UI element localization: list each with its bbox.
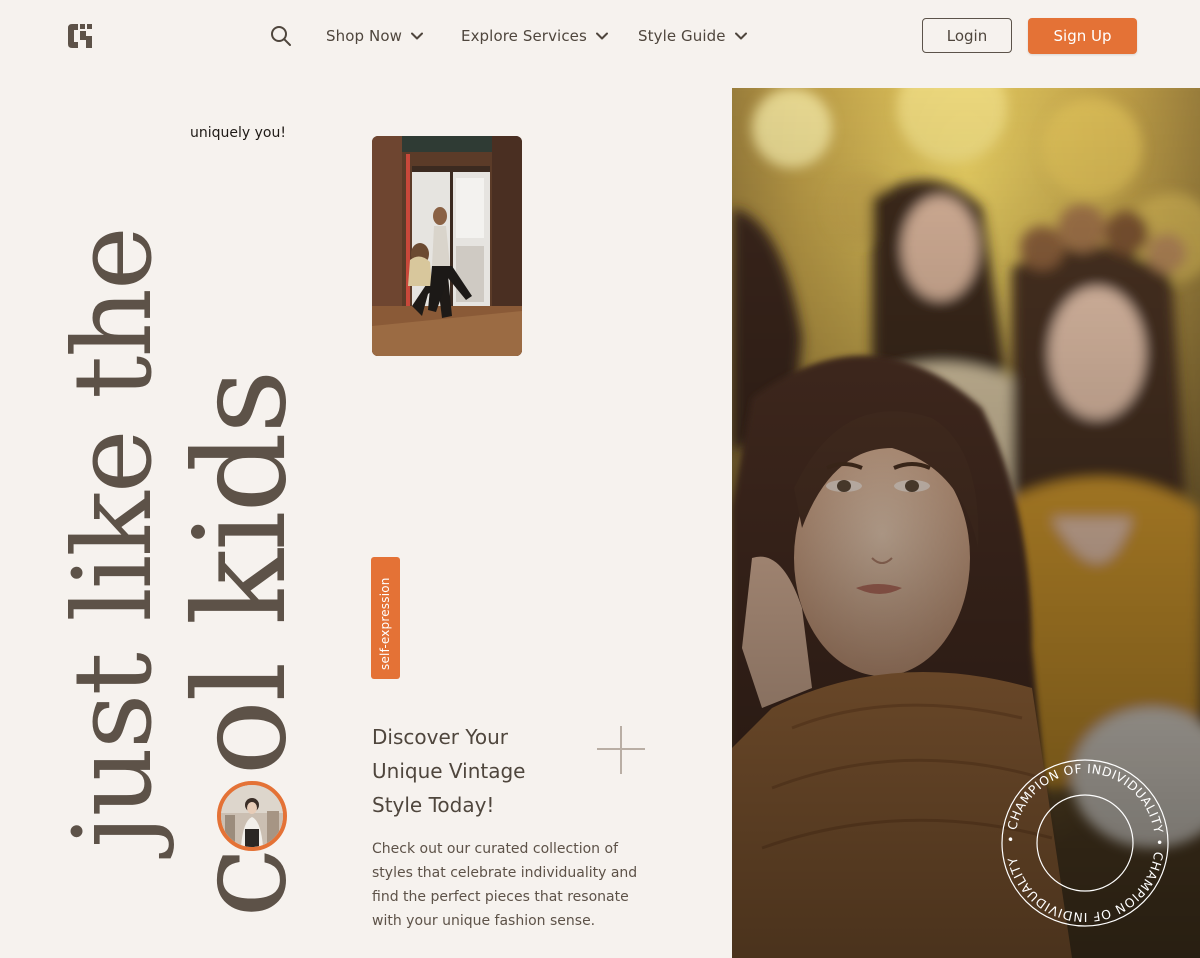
badge-label: self-expression <box>378 577 392 670</box>
avatar-photo <box>221 785 283 847</box>
nav-style-guide[interactable]: Style Guide <box>638 24 747 48</box>
hero-tagline: uniquely you! <box>190 125 286 141</box>
seal-text: • CHAMPION OF INDIVIDUALITY • CHAMPION O… <box>1003 761 1167 925</box>
nav-explore-services-label: Explore Services <box>461 27 587 45</box>
svg-text:• CHAMPION OF INDIVIDUALITY •: • CHAMPION OF INDIVIDUALITY • CHAMPION O… <box>1003 761 1167 925</box>
chevron-down-icon <box>595 32 608 40</box>
chevron-down-icon <box>410 32 423 40</box>
signup-button[interactable]: Sign Up <box>1028 18 1137 54</box>
hero-description: Check out our curated collection of styl… <box>372 841 638 929</box>
brand-logo-icon[interactable] <box>66 22 94 50</box>
chevron-down-icon <box>734 32 747 40</box>
nav-style-guide-label: Style Guide <box>638 27 726 45</box>
hero-headline: Discover Your Unique Vintage Style Today… <box>372 725 526 817</box>
nav-explore-services[interactable]: Explore Services <box>461 24 608 48</box>
search-icon[interactable] <box>269 24 293 48</box>
editorial-photo-thumbnail <box>372 136 522 356</box>
hero-title-line-1: just like the <box>51 228 176 848</box>
plus-icon[interactable] <box>596 725 646 775</box>
nav-shop-now-label: Shop Now <box>326 27 402 45</box>
self-expression-badge: self-expression <box>371 557 400 679</box>
avatar <box>217 781 287 851</box>
nav-shop-now[interactable]: Shop Now <box>326 24 423 48</box>
login-button[interactable]: Login <box>922 18 1012 53</box>
champion-seal-badge: • CHAMPION OF INDIVIDUALITY • CHAMPION O… <box>1001 759 1169 927</box>
window-scene-photo <box>372 136 522 356</box>
